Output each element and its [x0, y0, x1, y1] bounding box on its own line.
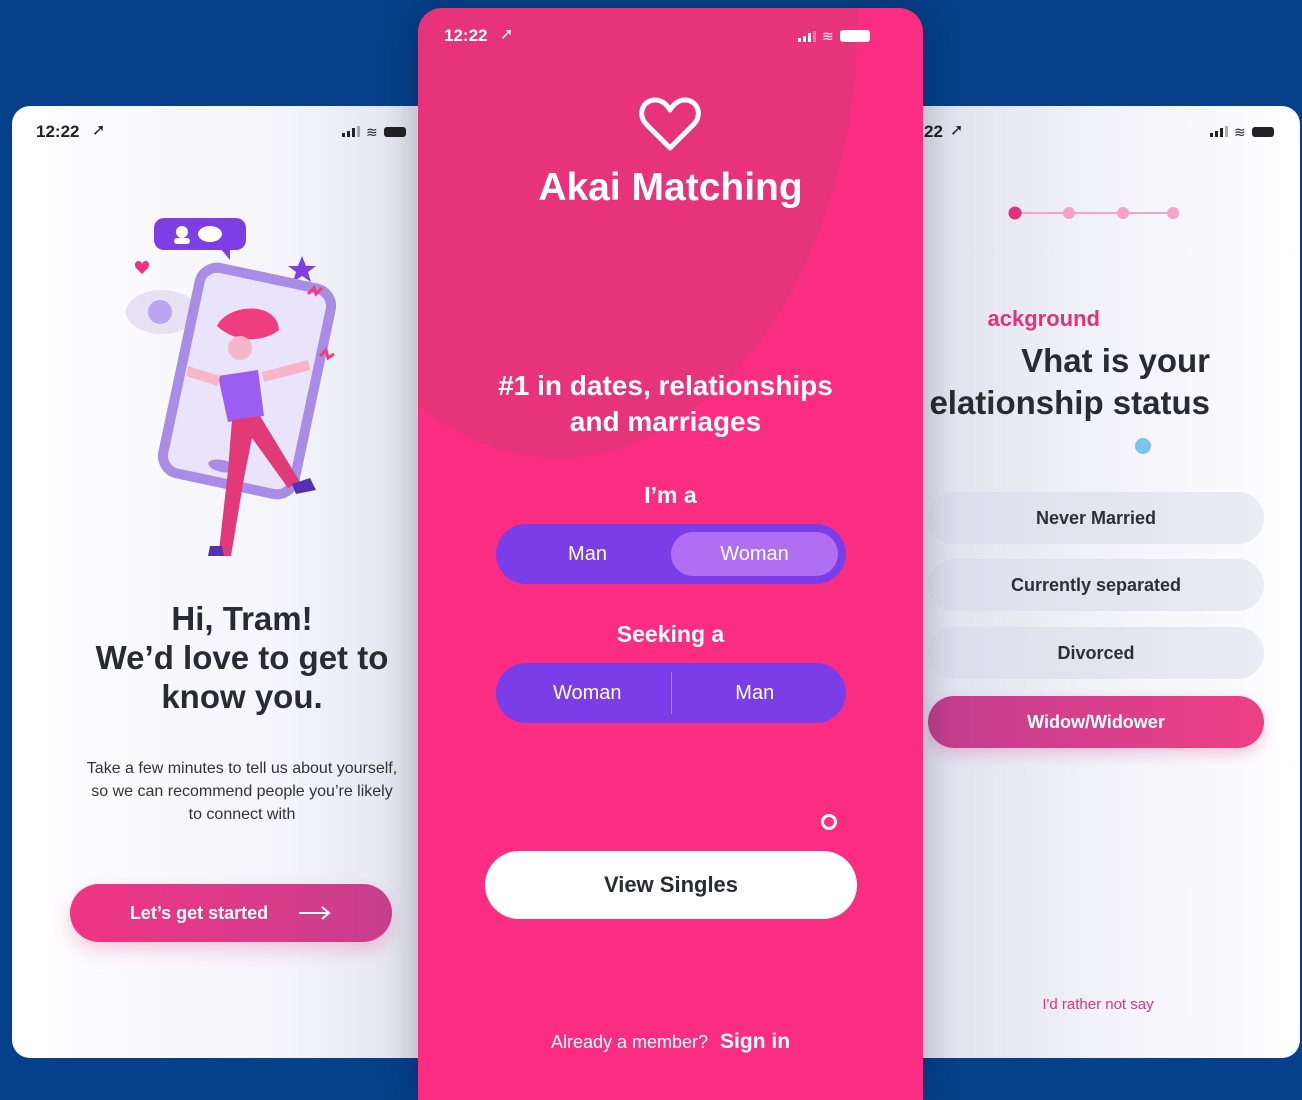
- phone-screen-landing: 12:22 ➚ ≋ Akai Matching #1 in dates, rel…: [418, 8, 923, 1100]
- phone-screen-welcome: 12:22 ➚ ≋ Hi, Tram! We’d love to get to …: [12, 106, 472, 1058]
- status-icons: ≋: [798, 28, 870, 44]
- gender-option-man[interactable]: Man: [504, 532, 671, 576]
- option-currently-separated[interactable]: Currently separated: [928, 559, 1264, 611]
- location-arrow-icon: ➚: [92, 122, 106, 139]
- i-am-label: I’m a: [644, 482, 697, 508]
- option-never-married[interactable]: Never Married: [928, 492, 1264, 544]
- greeting-title: Hi, Tram!: [171, 600, 313, 637]
- app-title: Akai Matching: [538, 166, 803, 209]
- option-divorced[interactable]: Divorced: [928, 627, 1264, 679]
- sign-in-link[interactable]: Sign in: [720, 1030, 790, 1054]
- wifi-icon: ≋: [822, 28, 834, 44]
- question-title: Vhat is your: [1021, 342, 1210, 379]
- seeking-option-woman[interactable]: Woman: [504, 671, 671, 715]
- description-line1: Take a few minutes to tell us about your…: [86, 760, 398, 777]
- wifi-icon: ≋: [366, 123, 378, 140]
- sign-in-row: Already a member? Sign in: [418, 1030, 923, 1054]
- question-title-line2: elationship status: [929, 384, 1210, 421]
- lets-get-started-button[interactable]: Let’s get started: [70, 884, 392, 942]
- option-widow-widower[interactable]: Widow/Widower: [928, 696, 1264, 748]
- tagline-line2: and marriages: [569, 406, 762, 437]
- description-line3: to connect with: [188, 806, 296, 823]
- status-time-partial: 22: [924, 122, 943, 141]
- view-singles-button[interactable]: View Singles: [485, 851, 857, 919]
- greeting-title-line2: We’d love to get to: [95, 639, 389, 676]
- lets-get-started-label: Let’s get started: [129, 902, 269, 923]
- tagline: #1 in dates, relationships: [498, 370, 833, 401]
- cellular-signal-icon: [798, 30, 816, 42]
- battery-icon: [383, 126, 406, 137]
- status-icons: ≋: [342, 123, 406, 140]
- heart-icon: [134, 261, 150, 274]
- cursor-ring-icon: [821, 814, 837, 830]
- seeking-label: Seeking a: [616, 621, 725, 647]
- location-arrow-icon: ➚: [950, 122, 964, 139]
- status-time: 12:22: [36, 122, 80, 141]
- progress-step: [1117, 207, 1129, 219]
- skip-link[interactable]: I'd rather not say: [980, 996, 1216, 1013]
- greeting-title-line3: know you.: [161, 678, 323, 715]
- status-icons: ≋: [1210, 123, 1274, 140]
- cellular-signal-icon: [1210, 126, 1228, 137]
- cellular-signal-icon: [342, 126, 360, 137]
- star-icon: [288, 256, 316, 282]
- progress-step: [1167, 207, 1179, 219]
- onboarding-illustration: [126, 218, 337, 556]
- location-arrow-icon: ➚: [500, 26, 514, 43]
- heart-outline-icon: [639, 97, 701, 151]
- description-line2: so we can recommend people you’re likely: [91, 783, 393, 800]
- phone-screen-relationship-status: 22 ➚ ≋ ackground Vhat is your elationshi…: [880, 106, 1300, 1058]
- decorative-dot: [1135, 438, 1151, 454]
- battery-icon: [1251, 126, 1274, 137]
- progress-step: [1063, 207, 1075, 219]
- gender-option-woman[interactable]: Woman: [671, 532, 838, 576]
- seeking-toggle: Woman Man: [496, 663, 846, 723]
- progress-step-active: [1008, 206, 1022, 220]
- gender-toggle: Man Woman: [496, 524, 846, 584]
- seeking-option-man[interactable]: Man: [672, 671, 839, 715]
- status-time: 12:22: [444, 26, 488, 45]
- wifi-icon: ≋: [1234, 123, 1246, 140]
- progress-stepper: [1008, 206, 1179, 220]
- arrow-right-icon: [299, 906, 331, 920]
- member-question: Already a member?: [550, 1032, 709, 1052]
- battery-icon: [839, 30, 870, 42]
